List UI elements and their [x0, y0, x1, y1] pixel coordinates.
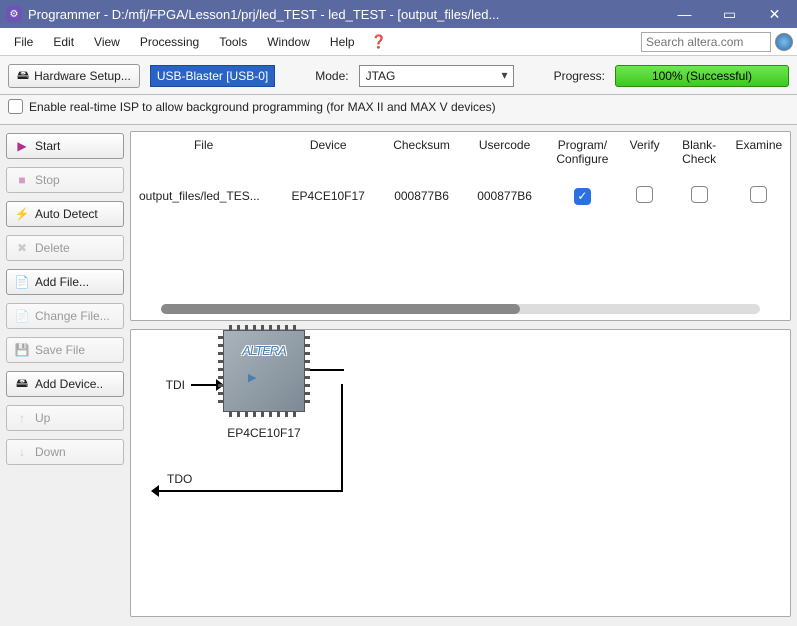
down-button[interactable]: ↓Down [6, 439, 124, 465]
right-pane: File Device Checksum Usercode Program/ C… [130, 125, 797, 623]
save-icon: 💾 [15, 343, 29, 357]
menu-window[interactable]: Window [257, 31, 320, 53]
col-program[interactable]: Program/ Configure [546, 132, 619, 180]
change-file-icon: 📄 [15, 309, 29, 323]
jtag-chain-panel: TDI ALTERA ▶ EP4CE10F17 [130, 329, 791, 617]
isp-checkbox-label: Enable real-time ISP to allow background… [29, 100, 496, 114]
cell-verify [619, 180, 671, 212]
mode-value: JTAG [366, 69, 396, 83]
app-icon: ⚙ [6, 6, 22, 22]
cell-examine [728, 180, 790, 212]
chip-play-icon: ▶ [248, 371, 256, 384]
progress-text: 100% (Successful) [652, 69, 752, 83]
menubar: File Edit View Processing Tools Window H… [0, 28, 797, 56]
col-checksum[interactable]: Checksum [380, 132, 463, 180]
horizontal-scrollbar[interactable] [161, 304, 760, 314]
window-title: Programmer - D:/mfj/FPGA/Lesson1/prj/led… [28, 7, 662, 22]
table-header-row: File Device Checksum Usercode Program/ C… [131, 132, 790, 180]
help-icon[interactable]: ❓ [365, 32, 393, 52]
change-file-button[interactable]: 📄Change File... [6, 303, 124, 329]
menu-file[interactable]: File [4, 31, 43, 53]
col-usercode[interactable]: Usercode [463, 132, 546, 180]
up-button[interactable]: ↑Up [6, 405, 124, 431]
col-blank[interactable]: Blank- Check [671, 132, 728, 180]
cell-file: output_files/led_TES... [131, 180, 276, 212]
menu-processing[interactable]: Processing [130, 31, 209, 53]
minimize-button[interactable]: — [662, 0, 707, 28]
col-verify[interactable]: Verify [619, 132, 671, 180]
chip-brand: ALTERA [224, 343, 304, 358]
globe-icon[interactable] [775, 33, 793, 51]
toolbar: 🖴 Hardware Setup... USB-Blaster [USB-0] … [0, 56, 797, 95]
cell-device: EP4CE10F17 [276, 180, 380, 212]
isp-row: Enable real-time ISP to allow background… [0, 95, 797, 125]
hardware-icon: 🖴 [17, 66, 29, 87]
add-file-icon: 📄 [15, 275, 29, 289]
isp-checkbox[interactable] [8, 99, 23, 114]
maximize-button[interactable]: ▭ [707, 0, 752, 28]
menu-edit[interactable]: Edit [43, 31, 84, 53]
down-icon: ↓ [15, 445, 29, 459]
examine-checkbox[interactable] [750, 186, 767, 203]
save-file-button[interactable]: 💾Save File [6, 337, 124, 363]
close-button[interactable]: ✕ [752, 0, 797, 28]
start-button[interactable]: ▶Start [6, 133, 124, 159]
delete-button[interactable]: ✖Delete [6, 235, 124, 261]
hardware-setup-button[interactable]: 🖴 Hardware Setup... [8, 64, 140, 88]
stop-button[interactable]: ■Stop [6, 167, 124, 193]
tdi-label: TDI [141, 378, 191, 392]
tdo-label: TDO [167, 472, 192, 486]
file-table: File Device Checksum Usercode Program/ C… [131, 132, 790, 212]
add-file-button[interactable]: 📄Add File... [6, 269, 124, 295]
cell-checksum: 000877B6 [380, 180, 463, 212]
program-checkbox[interactable] [574, 188, 591, 205]
table-row[interactable]: output_files/led_TES... EP4CE10F17 00087… [131, 180, 790, 212]
add-device-icon: 🖴 [15, 374, 29, 395]
up-icon: ↑ [15, 411, 29, 425]
jtag-chain-diagram: TDI ALTERA ▶ EP4CE10F17 [141, 370, 344, 400]
mode-label: Mode: [315, 69, 348, 83]
col-file[interactable]: File [131, 132, 276, 180]
auto-detect-button[interactable]: ⚡Auto Detect [6, 201, 124, 227]
main-area: ▶Start ■Stop ⚡Auto Detect ✖Delete 📄Add F… [0, 125, 797, 623]
cell-program [546, 180, 619, 212]
blank-checkbox[interactable] [691, 186, 708, 203]
hardware-setup-label: Hardware Setup... [34, 69, 131, 83]
verify-checkbox[interactable] [636, 186, 653, 203]
titlebar: ⚙ Programmer - D:/mfj/FPGA/Lesson1/prj/l… [0, 0, 797, 28]
selected-hardware[interactable]: USB-Blaster [USB-0] [150, 65, 275, 87]
chip-icon[interactable]: ALTERA ▶ [223, 330, 305, 412]
mode-select[interactable]: JTAG [359, 65, 514, 87]
stop-icon: ■ [15, 173, 29, 187]
progress-label: Progress: [554, 69, 605, 83]
add-device-button[interactable]: 🖴Add Device.. [6, 371, 124, 397]
sidebar: ▶Start ■Stop ⚡Auto Detect ✖Delete 📄Add F… [0, 125, 130, 623]
menu-help[interactable]: Help [320, 31, 365, 53]
scrollbar-thumb[interactable] [161, 304, 520, 314]
menu-tools[interactable]: Tools [209, 31, 257, 53]
arrow-left-icon [151, 485, 159, 497]
play-icon: ▶ [15, 139, 29, 153]
file-table-panel: File Device Checksum Usercode Program/ C… [130, 131, 791, 321]
col-device[interactable]: Device [276, 132, 380, 180]
cell-usercode: 000877B6 [463, 180, 546, 212]
search-input[interactable] [641, 32, 771, 52]
cell-blank [671, 180, 728, 212]
chain-device-name: EP4CE10F17 [223, 426, 305, 440]
menu-view[interactable]: View [84, 31, 130, 53]
col-examine[interactable]: Examine [728, 132, 790, 180]
delete-icon: ✖ [15, 241, 29, 255]
progress-bar: 100% (Successful) [615, 65, 789, 87]
detect-icon: ⚡ [15, 207, 29, 221]
